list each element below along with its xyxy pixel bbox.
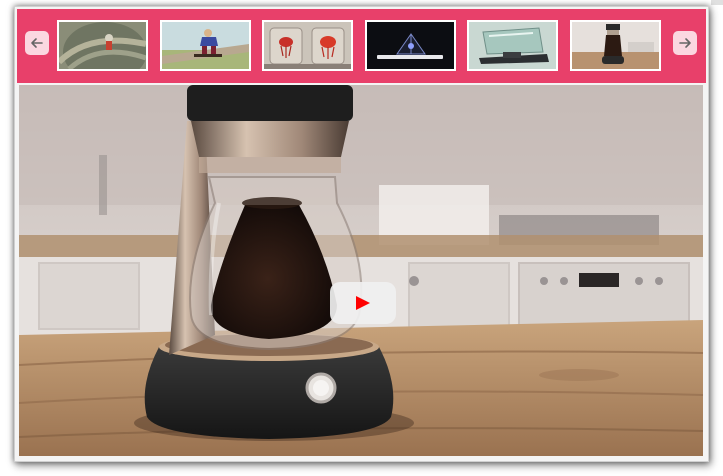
thumb-jellyfish-jars[interactable] [262,20,353,71]
play-button[interactable] [330,282,396,324]
play-icon [356,296,370,310]
previous-button[interactable] [25,31,49,55]
thumb-coffee-brewer[interactable] [570,20,661,71]
thumb-skateboarder-jump[interactable] [160,20,251,71]
thumb-aerial-skateboarder[interactable] [57,20,148,71]
thumbnail-strip [17,9,706,83]
window-corner [711,0,723,5]
arrow-left-icon [31,38,43,48]
video-player[interactable] [19,85,703,456]
thumb-hologram-pyramid[interactable] [365,20,456,71]
thumb-car-hud-display[interactable] [467,20,558,71]
arrow-right-icon [679,38,691,48]
next-button[interactable] [673,31,697,55]
video-thumbnail-coffee-brewer [19,85,703,456]
video-gallery-widget [14,6,709,462]
